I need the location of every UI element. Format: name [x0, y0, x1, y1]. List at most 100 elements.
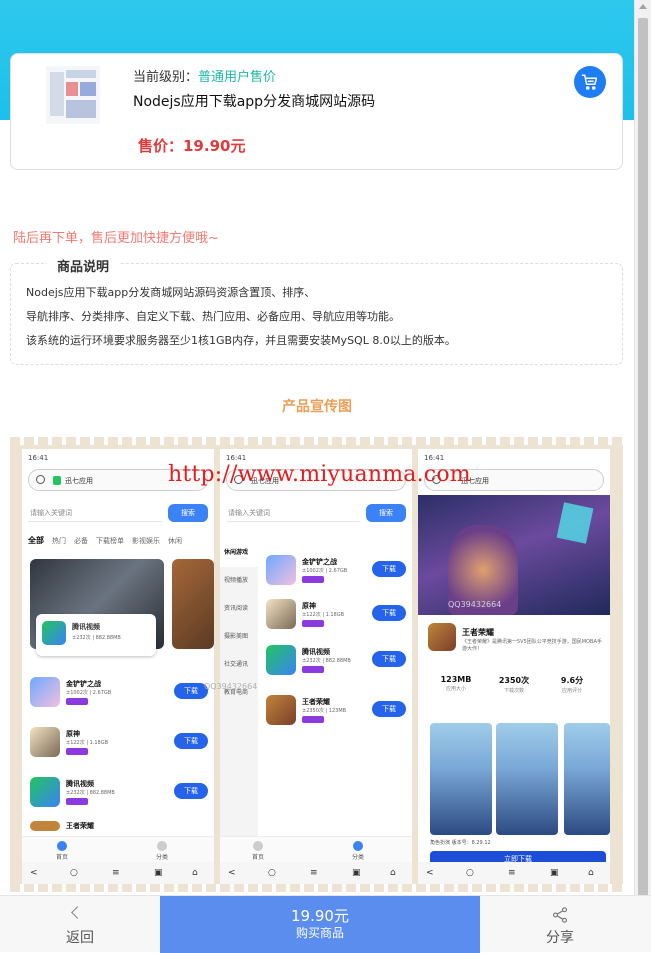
menu-item: 资讯阅读: [224, 605, 249, 612]
home-icon: ⌂: [588, 868, 594, 878]
stat-label: 下载次数: [503, 688, 524, 694]
app-name: 金铲铲之战: [302, 558, 337, 566]
phone-screenshot-home: 16:41 迅七应用 请输入关键词 搜索 全部 热门 必备 下载榜单 影视娱乐 休闲 腾讯…: [22, 449, 214, 886]
app-icon: [30, 727, 60, 757]
buy-button[interactable]: 19.90元 购买商品: [160, 896, 480, 953]
menu-item: 休闲游戏: [220, 539, 258, 567]
phone-screenshot-category: 16:41 迅七应用 请输入关键词 搜索 休闲游戏 视频播放 资讯阅读 摄影美图…: [220, 449, 412, 886]
home-icon: ⌂: [390, 868, 396, 878]
app-meta: ±232次 | 882.88MB: [66, 790, 115, 796]
description-line: 导航排序、分类排序、自定义下载、热门应用、必备应用、导航应用等功能。: [26, 310, 400, 323]
app-meta: ±1002次 | 2.67GB: [66, 690, 112, 696]
featured-banner-side: [172, 559, 214, 649]
search-input: 请输入关键词: [28, 504, 162, 522]
app-bottom-nav: 首页 分类: [220, 836, 412, 862]
stat-label: 应用大小: [445, 686, 466, 692]
app-name: 腾讯视频: [302, 648, 330, 656]
home-icon: [57, 841, 67, 851]
app-icon: [266, 555, 296, 585]
menu-icon: ≡: [508, 868, 516, 878]
app-tag: [302, 716, 324, 723]
back-icon: <: [30, 868, 38, 878]
back-button[interactable]: 返回: [0, 896, 160, 953]
notice-text: 陆后再下单，售后更加快捷方便哦~: [13, 231, 219, 246]
app-row: 王者荣耀 ±2350次 | 123MB 下载: [258, 693, 412, 731]
tab-casual: 休闲: [168, 537, 182, 545]
app-icon: [266, 695, 296, 725]
user-level: 当前级别：普通用户售价: [133, 66, 276, 85]
buy-label: 购买商品: [295, 926, 344, 940]
menu-item: 视频播放: [224, 577, 249, 584]
game-icon: [428, 623, 456, 651]
shopping-cart-icon: [581, 74, 598, 90]
home-icon: ⌂: [192, 868, 198, 878]
app-icon: [30, 677, 60, 707]
app-meta: ±1002次 | 2.67GB: [302, 568, 348, 574]
app-tag: [302, 666, 324, 673]
nav-home: 首页: [42, 841, 82, 861]
search-icon: [36, 475, 45, 484]
download-button: 下载: [372, 561, 406, 577]
stat-rating: 9.6分 应用评分: [542, 675, 602, 694]
search-button: 搜索: [168, 504, 208, 522]
app-tag: [302, 576, 324, 583]
app-name: 王者荣耀: [66, 822, 94, 830]
user-level-label: 当前级别：: [133, 70, 199, 85]
app-tag: [66, 698, 88, 705]
scrollbar-thumb[interactable]: [638, 18, 648, 896]
game-title: 王者荣耀: [462, 628, 494, 637]
nav-category-label: 分类: [155, 854, 168, 861]
system-nav: < ○ ≡ ▣ ⌂: [220, 862, 412, 886]
home-icon: [253, 841, 263, 851]
promo-heading: 产品宣传图: [282, 399, 352, 415]
game-screenshot: [430, 723, 492, 835]
page-scrollbar[interactable]: [634, 0, 651, 896]
nav-home-label: 首页: [251, 854, 264, 861]
nav-home: 首页: [238, 841, 278, 861]
back-icon: <: [426, 868, 434, 878]
app-name: 王者荣耀: [302, 698, 330, 706]
user-level-value: 普通用户售价: [198, 70, 277, 85]
phone-screenshot-detail: 16:41 迅七应用 王者荣耀 《王者荣耀》是腾讯第一5V5团队公平竞技手游，国…: [418, 449, 610, 886]
scroll-up-icon[interactable]: [639, 4, 647, 9]
description-title: 商品说明: [47, 256, 120, 275]
product-title: Nodejs应用下载app分发商城网站源码: [133, 94, 376, 110]
share-button[interactable]: 分享: [480, 896, 640, 953]
game-hero-image: [418, 495, 610, 615]
app-meta: ±232次 | 882.88MB: [302, 658, 351, 664]
game-screenshot: [564, 723, 610, 835]
search-icon: ○: [268, 868, 276, 878]
game-description: 《王者荣耀》是腾讯第一5V5团队公平竞技手游，国民MOBA手游大作！: [462, 639, 602, 652]
promo-image: 16:41 迅七应用 请输入关键词 搜索 全部 热门 必备 下载榜单 影视娱乐 休闲 腾讯…: [10, 437, 623, 892]
banner-app-meta: ±232次 | 882.88MB: [72, 635, 121, 641]
tab-essential: 必备: [74, 537, 88, 545]
search-icon: ○: [466, 868, 474, 878]
download-button: 下载: [372, 651, 406, 667]
system-nav: < ○ ≡ ▣ ⌂: [418, 862, 610, 886]
share-icon: [552, 907, 568, 923]
app-icon: [30, 777, 60, 807]
promo-border-bottom: [10, 884, 623, 892]
app-tag: [302, 620, 324, 627]
shield-icon: [53, 476, 61, 485]
app-tag: [66, 748, 88, 755]
share-label: 分享: [546, 930, 574, 946]
hero-effect: [556, 502, 594, 544]
add-to-cart-button[interactable]: [574, 66, 606, 98]
download-button: 下载: [174, 733, 208, 749]
apps-icon: ▣: [154, 868, 163, 878]
app-tag: [66, 798, 88, 805]
stat-value: 123MB: [440, 675, 472, 684]
nav-category: 分类: [338, 841, 378, 861]
game-screenshot: [496, 723, 558, 835]
app-name: 原神: [66, 730, 80, 738]
app-meta: ±2350次 | 123MB: [302, 708, 347, 714]
system-nav: < ○ ≡ ▣ ⌂: [22, 862, 214, 886]
app-icon: [30, 821, 60, 831]
download-button: 下载: [174, 783, 208, 799]
stat-value: 2350次: [498, 676, 530, 685]
download-button: 下载: [174, 683, 208, 699]
nav-home-label: 首页: [55, 854, 68, 861]
apps-icon: ▣: [352, 868, 361, 878]
chevron-left-icon: [71, 906, 84, 919]
